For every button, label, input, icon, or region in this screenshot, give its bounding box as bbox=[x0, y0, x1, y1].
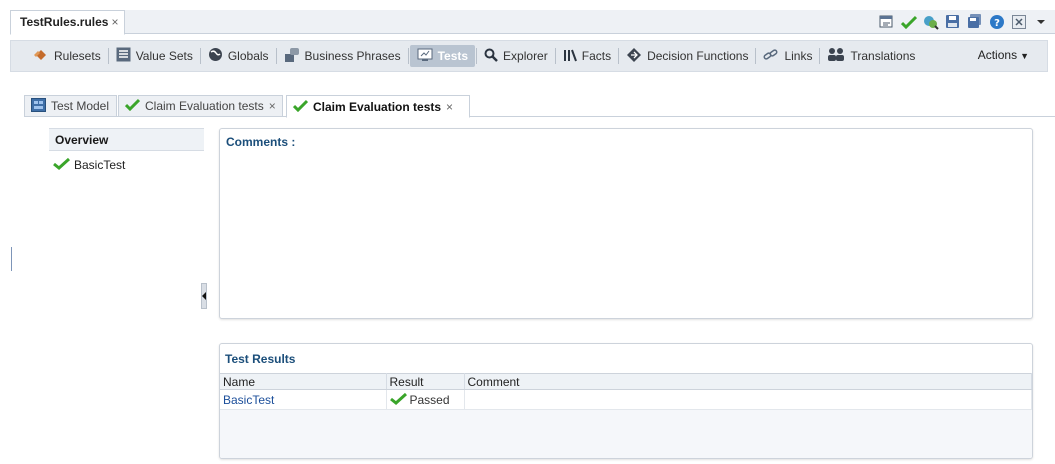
nav-value-sets[interactable]: Value Sets bbox=[110, 45, 199, 67]
ruleset-icon bbox=[33, 48, 49, 65]
nav-divider bbox=[819, 48, 821, 64]
nav-decision-functions[interactable]: Decision Functions bbox=[620, 45, 754, 67]
comments-label: Comments : bbox=[226, 135, 296, 149]
check-icon bbox=[53, 157, 71, 173]
nav-business-phrases[interactable]: Business Phrases bbox=[278, 45, 407, 67]
editor-tab-strip: TestRules.rules × ? bbox=[10, 10, 1055, 35]
test-results-title: Test Results bbox=[225, 352, 296, 366]
editor-tab-label: TestRules.rules bbox=[20, 15, 109, 29]
nav-globals[interactable]: Globals bbox=[202, 45, 275, 67]
close-panel-icon[interactable] bbox=[1010, 13, 1027, 30]
editor-toolbar: ? bbox=[878, 13, 1049, 30]
tests-icon bbox=[417, 48, 433, 65]
overview-item-basictest[interactable]: BasicTest bbox=[49, 151, 204, 173]
nav-divider bbox=[107, 48, 109, 64]
column-header-result[interactable]: Result bbox=[386, 373, 465, 390]
search-icon[interactable] bbox=[922, 13, 939, 30]
help-icon[interactable]: ? bbox=[988, 13, 1005, 30]
tab-claim-evaluation-tests-1[interactable]: Claim Evaluation tests × bbox=[118, 95, 283, 117]
validate-icon[interactable] bbox=[878, 13, 895, 30]
test-results-table: Name Result Comment BasicTest Passed bbox=[220, 373, 1032, 410]
table-row[interactable]: BasicTest Passed bbox=[220, 389, 1032, 410]
check-icon bbox=[389, 392, 407, 408]
check-icon[interactable] bbox=[900, 13, 917, 30]
close-icon[interactable]: × bbox=[446, 100, 453, 114]
overview-header: Overview bbox=[49, 128, 204, 151]
nav-divider bbox=[407, 48, 409, 64]
overview-panel: Overview BasicTest bbox=[49, 128, 204, 464]
nav-translations[interactable]: Translations bbox=[821, 45, 921, 67]
nav-divider bbox=[275, 48, 277, 64]
check-icon bbox=[124, 98, 141, 114]
nav-divider bbox=[199, 48, 201, 64]
comments-panel[interactable]: Comments : bbox=[219, 128, 1033, 319]
search-icon bbox=[484, 48, 498, 65]
nav-links[interactable]: Links bbox=[757, 45, 818, 67]
close-icon[interactable]: × bbox=[111, 15, 118, 29]
result-status-cell: Passed bbox=[386, 389, 465, 410]
actions-menu[interactable]: Actions ▼ bbox=[978, 48, 1029, 62]
rules-navigation-bar: Rulesets Value Sets Globals Business Phr… bbox=[10, 40, 1048, 72]
check-icon bbox=[292, 99, 309, 115]
tab-test-model[interactable]: Test Model bbox=[24, 95, 117, 117]
nav-divider bbox=[476, 48, 478, 64]
svg-text:?: ? bbox=[994, 18, 1000, 29]
column-header-comment[interactable]: Comment bbox=[464, 373, 1032, 390]
results-empty-area bbox=[220, 410, 1032, 458]
result-comment-cell bbox=[464, 389, 1032, 410]
collapse-panel-handle[interactable] bbox=[201, 283, 207, 309]
splitter-mark bbox=[11, 247, 12, 271]
tab-claim-evaluation-tests-2[interactable]: Claim Evaluation tests × bbox=[286, 95, 470, 118]
nav-divider bbox=[618, 48, 620, 64]
nav-tests[interactable]: Tests bbox=[409, 45, 476, 67]
save-icon[interactable] bbox=[944, 13, 961, 30]
test-subtab-strip: Test Model Claim Evaluation tests × Clai… bbox=[24, 95, 1055, 118]
facts-icon bbox=[563, 48, 577, 65]
close-icon[interactable]: × bbox=[269, 99, 276, 113]
save-all-icon[interactable] bbox=[966, 13, 983, 30]
nav-rulesets[interactable]: Rulesets bbox=[27, 45, 107, 67]
nav-divider bbox=[755, 48, 757, 64]
decision-functions-icon bbox=[626, 47, 642, 66]
nav-facts[interactable]: Facts bbox=[557, 45, 617, 67]
editor-tab-testrules[interactable]: TestRules.rules × bbox=[10, 10, 125, 35]
translations-icon bbox=[827, 47, 845, 65]
business-phrases-icon bbox=[284, 47, 300, 66]
result-name-link[interactable]: BasicTest bbox=[220, 389, 387, 410]
result-status-label: Passed bbox=[409, 392, 450, 407]
nav-divider bbox=[554, 48, 556, 64]
chevron-down-icon: ▼ bbox=[1020, 51, 1029, 61]
chevron-left-icon bbox=[202, 292, 206, 300]
globals-icon bbox=[208, 47, 223, 65]
links-icon bbox=[763, 48, 779, 65]
column-header-name[interactable]: Name bbox=[220, 373, 387, 390]
dropdown-icon[interactable] bbox=[1032, 13, 1049, 30]
test-results-panel: Test Results Name Result Comment BasicTe… bbox=[219, 343, 1033, 459]
test-model-icon bbox=[31, 97, 46, 115]
value-sets-icon bbox=[116, 47, 131, 65]
nav-explorer[interactable]: Explorer bbox=[478, 45, 554, 67]
